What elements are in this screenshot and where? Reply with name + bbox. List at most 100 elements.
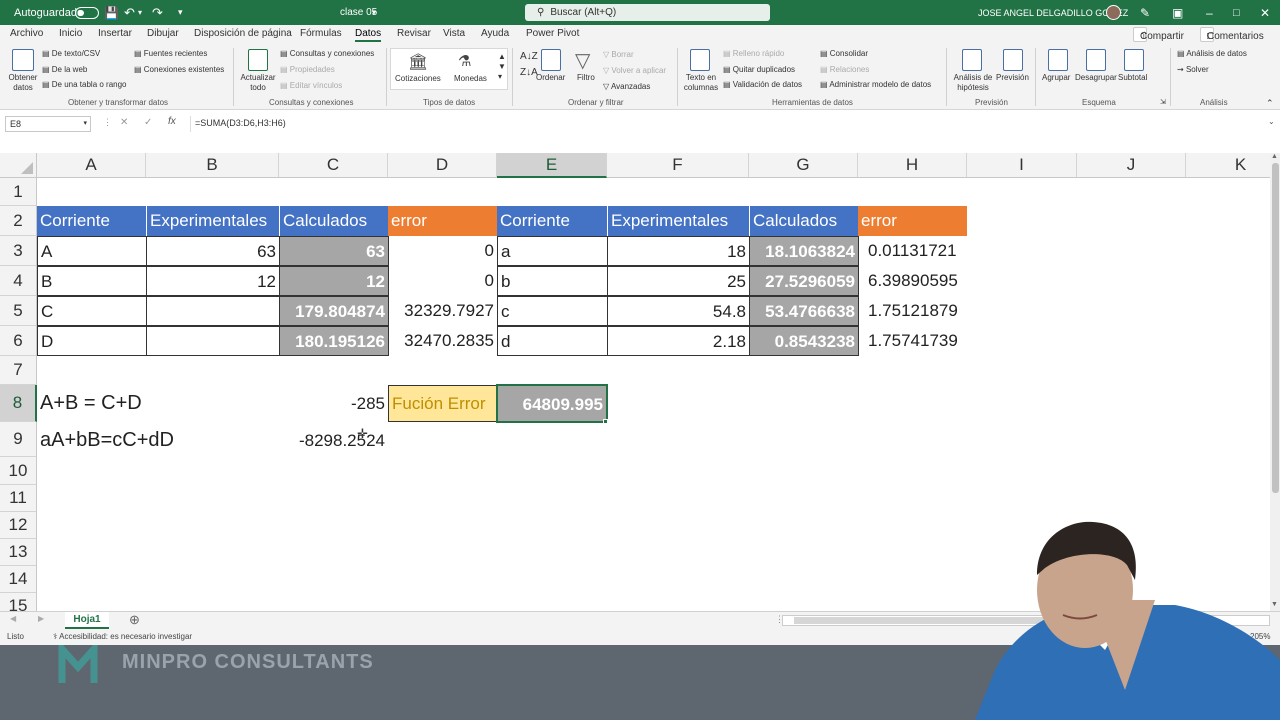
tab-dibujar[interactable]: Dibujar — [147, 28, 179, 39]
column-header-f[interactable]: F — [607, 153, 749, 178]
cell-d4[interactable]: 0 — [388, 266, 497, 296]
cell-h6[interactable]: 1.75741739 — [858, 326, 967, 356]
text-to-columns-button[interactable]: Texto en columnas — [682, 73, 720, 93]
cell-e5[interactable]: c — [497, 296, 608, 326]
cancel-formula-icon[interactable]: ✕ — [120, 117, 128, 128]
remove-duplicates-button[interactable]: ▤ Quitar duplicados — [723, 65, 795, 75]
share-button[interactable]: ⇧ Compartir — [1133, 27, 1184, 42]
row-header-1[interactable]: 1 — [0, 178, 37, 206]
row-header-7[interactable]: 7 — [0, 356, 37, 385]
row-header-14[interactable]: 14 — [0, 566, 37, 593]
relationships-button[interactable]: ▤ Relaciones — [820, 65, 869, 75]
ribbon-display-icon[interactable]: ▣ — [1172, 0, 1183, 25]
table2-header-corriente[interactable]: Corriente — [497, 206, 607, 236]
consolidate-button[interactable]: ▤ Consolidar — [820, 49, 868, 59]
cell-c4[interactable]: 12 — [279, 266, 389, 296]
stocks-button[interactable]: Cotizaciones — [395, 74, 441, 84]
avatar[interactable] — [1106, 0, 1121, 25]
insert-function-icon[interactable]: fx — [168, 116, 176, 127]
cell-f3[interactable]: 18 — [607, 236, 750, 266]
table2-header-error[interactable]: error — [858, 206, 967, 236]
sort-button[interactable]: Ordenar — [536, 73, 565, 83]
column-header-j[interactable]: J — [1077, 153, 1186, 178]
table2-header-experimentales[interactable]: Experimentales — [607, 206, 749, 236]
cell-c8[interactable]: -285 — [279, 389, 388, 419]
row-header-11[interactable]: 11 — [0, 485, 37, 512]
advanced-button[interactable]: ▽ Avanzadas — [603, 82, 650, 92]
column-header-a[interactable]: A — [37, 153, 146, 178]
data-analysis-button[interactable]: ▤ Análisis de datos — [1177, 49, 1247, 59]
row-header-10[interactable]: 10 — [0, 457, 37, 485]
reapply-button[interactable]: ▽ Volver a aplicar — [603, 66, 666, 76]
name-box-dropdown-icon[interactable]: ▾ — [83, 119, 87, 127]
undo-icon[interactable]: ↶ — [124, 0, 135, 25]
manage-data-model-button[interactable]: ▤ Administrar modelo de datos — [820, 80, 931, 90]
gallery-scroll-icon[interactable]: ▲ ▼ ▾ — [498, 52, 506, 82]
cell-g3[interactable]: 18.1063824 — [749, 236, 859, 266]
cell-a9[interactable]: aA+bB=cC+dD — [37, 425, 177, 455]
cell-d3[interactable]: 0 — [388, 236, 497, 266]
cell-c5[interactable]: 179.804874 — [279, 296, 389, 326]
existing-connections-button[interactable]: ▤ Conexiones existentes — [134, 65, 224, 75]
row-header-13[interactable]: 13 — [0, 539, 37, 566]
table1-header-error[interactable]: error — [388, 206, 497, 236]
name-box[interactable]: E8 ▾ — [5, 116, 91, 132]
collapse-ribbon-icon[interactable]: ⌃ — [1266, 98, 1274, 108]
cell-a6[interactable]: D — [37, 326, 147, 356]
column-header-e[interactable]: E — [497, 153, 607, 178]
cell-g5[interactable]: 53.4766638 — [749, 296, 859, 326]
redo-icon[interactable]: ↷ — [152, 0, 163, 25]
row-header-6[interactable]: 6 — [0, 326, 37, 356]
prev-sheet-icon[interactable]: ◀ — [10, 614, 16, 623]
pen-icon[interactable]: ✎ — [1140, 0, 1150, 25]
cell-d5[interactable]: 32329.7927 — [388, 296, 497, 326]
subtotal-button[interactable]: Subtotal — [1118, 73, 1147, 83]
next-sheet-icon[interactable]: ▶ — [38, 614, 44, 623]
column-header-d[interactable]: D — [388, 153, 497, 178]
customize-toolbar-icon[interactable]: ▾ — [178, 0, 183, 25]
cell-g6[interactable]: 0.8543238 — [749, 326, 859, 356]
table1-header-corriente[interactable]: Corriente — [37, 206, 146, 236]
tab-vista[interactable]: Vista — [443, 28, 465, 39]
table2-header-calculados[interactable]: Calculados — [749, 206, 858, 236]
column-header-g[interactable]: G — [749, 153, 858, 178]
refresh-all-button[interactable]: Actualizar todo — [240, 73, 276, 93]
row-header-8[interactable]: 8 — [0, 385, 37, 422]
comments-button[interactable]: □ Comentarios — [1200, 27, 1264, 42]
table1-header-experimentales[interactable]: Experimentales — [146, 206, 279, 236]
queries-connections-button[interactable]: ▤ Consultas y conexiones — [280, 49, 374, 59]
close-icon[interactable]: ✕ — [1260, 0, 1270, 25]
what-if-analysis-button[interactable]: Análisis de hipótesis — [952, 73, 994, 93]
row-header-5[interactable]: 5 — [0, 296, 37, 326]
properties-button[interactable]: ▤ Propiedades — [280, 65, 335, 75]
vertical-scroll-thumb[interactable] — [1272, 163, 1279, 493]
cell-c3[interactable]: 63 — [279, 236, 389, 266]
tab-formulas[interactable]: Fórmulas — [300, 28, 342, 39]
currencies-button[interactable]: Monedas — [454, 74, 487, 84]
row-header-15[interactable]: 15 — [0, 593, 37, 611]
column-header-k[interactable]: K — [1186, 153, 1280, 178]
row-header-12[interactable]: 12 — [0, 512, 37, 539]
cell-f4[interactable]: 25 — [607, 266, 750, 296]
edit-links-button[interactable]: ▤ Editar vínculos — [280, 81, 342, 91]
confirm-formula-icon[interactable]: ✓ — [144, 117, 152, 128]
add-sheet-icon[interactable]: ⊕ — [129, 612, 140, 628]
get-data-button[interactable]: Obtener datos — [8, 73, 38, 93]
cell-e8[interactable]: 64809.995 — [496, 384, 608, 423]
cell-b3[interactable]: 63 — [146, 236, 280, 266]
column-header-c[interactable]: C — [279, 153, 388, 178]
file-menu-chevron-icon[interactable]: ▾ — [372, 0, 376, 25]
sort-az-icon[interactable]: A↓Z — [520, 52, 538, 62]
expand-formula-bar-icon[interactable]: ⌄ — [1268, 117, 1275, 126]
column-header-b[interactable]: B — [146, 153, 279, 178]
row-header-3[interactable]: 3 — [0, 236, 37, 266]
ungroup-button[interactable]: Desagrupar — [1075, 73, 1117, 83]
search-input[interactable]: ⚲ Buscar (Alt+Q) — [525, 4, 770, 21]
solver-button[interactable]: ⇝ Solver — [1177, 65, 1209, 75]
accessibility-status[interactable]: ⚕ Accesibilidad: es necesario investigar — [53, 632, 192, 641]
forecast-sheet-button[interactable]: Previsión — [996, 73, 1029, 83]
cell-e4[interactable]: b — [497, 266, 608, 296]
cell-g4[interactable]: 27.5296059 — [749, 266, 859, 296]
data-validation-button[interactable]: ▤ Validación de datos — [723, 80, 802, 90]
column-header-i[interactable]: I — [967, 153, 1077, 178]
